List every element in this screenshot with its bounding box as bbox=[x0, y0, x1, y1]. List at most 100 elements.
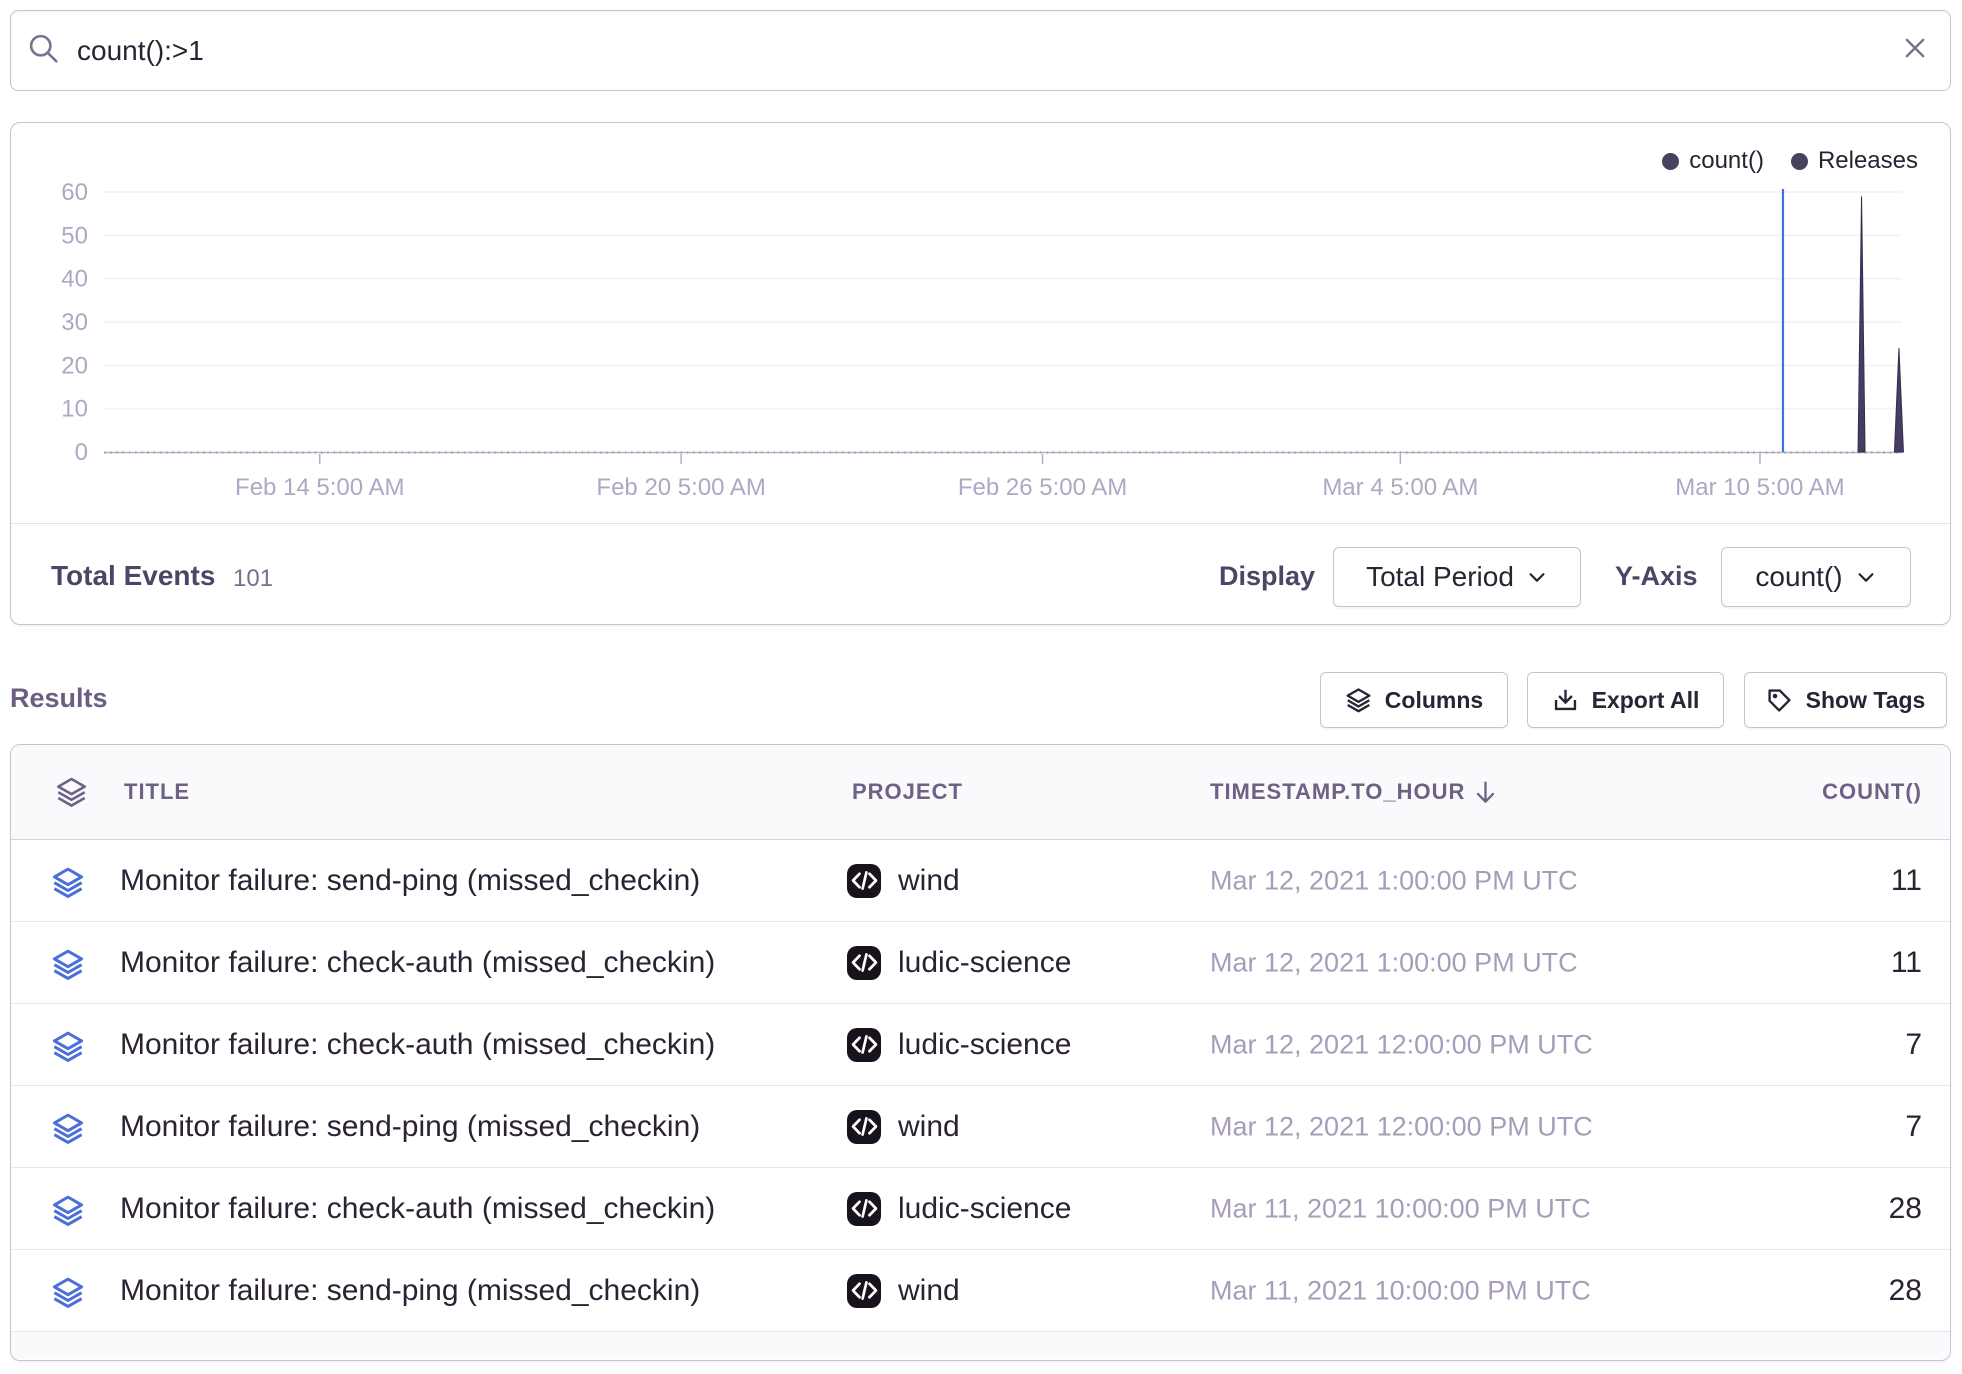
project-cell: wind bbox=[847, 1110, 960, 1144]
table-body: Monitor failure: send-ping (missed_check… bbox=[11, 840, 1950, 1332]
chart-canvas: 0102030405060Feb 14 5:00 AMFeb 20 5:00 A… bbox=[11, 123, 1949, 523]
table-row[interactable]: Monitor failure: check-auth (missed_chec… bbox=[11, 1168, 1950, 1250]
stack-icon bbox=[51, 1194, 85, 1228]
events-chart-panel: 0102030405060Feb 14 5:00 AMFeb 20 5:00 A… bbox=[10, 122, 1951, 625]
svg-text:20: 20 bbox=[61, 352, 88, 379]
chevron-down-icon bbox=[1855, 566, 1877, 588]
project-name: wind bbox=[898, 1110, 960, 1144]
y-axis-dropdown-value: count() bbox=[1755, 561, 1842, 593]
event-title-link[interactable]: Monitor failure: send-ping (missed_check… bbox=[120, 1110, 700, 1144]
discover-page: count():>1 0102030405060Feb 14 5:00 AMFe… bbox=[0, 0, 1962, 1374]
stack-icon bbox=[51, 948, 85, 982]
sort-desc-arrow-icon bbox=[1473, 780, 1498, 805]
results-title: Results bbox=[10, 683, 108, 714]
columns-button[interactable]: Columns bbox=[1320, 672, 1508, 728]
svg-text:Mar 10 5:00 AM: Mar 10 5:00 AM bbox=[1675, 474, 1844, 501]
count-cell: 28 bbox=[1889, 1192, 1922, 1226]
legend-dot-icon bbox=[1791, 153, 1808, 170]
timestamp-cell: Mar 11, 2021 10:00:00 PM UTC bbox=[1210, 1193, 1591, 1224]
stack-icon bbox=[51, 1112, 85, 1146]
clear-search-icon[interactable] bbox=[1902, 35, 1928, 66]
table-row[interactable]: Monitor failure: send-ping (missed_check… bbox=[11, 1250, 1950, 1332]
svg-text:Mar 4 5:00 AM: Mar 4 5:00 AM bbox=[1322, 474, 1478, 501]
project-name: wind bbox=[898, 864, 960, 898]
svg-text:40: 40 bbox=[61, 266, 88, 293]
project-platform-icon bbox=[847, 1028, 881, 1062]
count-cell: 7 bbox=[1905, 1028, 1922, 1062]
legend-dot-icon bbox=[1662, 153, 1679, 170]
table-row[interactable]: Monitor failure: send-ping (missed_check… bbox=[11, 840, 1950, 922]
show-tags-button-label: Show Tags bbox=[1806, 687, 1926, 714]
chart-footer: Total Events 101 Display Total Period Y-… bbox=[11, 523, 1950, 624]
project-name: ludic-science bbox=[898, 946, 1071, 980]
project-name: ludic-science bbox=[898, 1028, 1071, 1062]
legend-item-count[interactable]: count() bbox=[1662, 147, 1764, 175]
svg-text:Feb 14 5:00 AM: Feb 14 5:00 AM bbox=[235, 474, 404, 501]
tag-icon bbox=[1766, 687, 1793, 714]
project-platform-icon bbox=[847, 1274, 881, 1308]
count-cell: 7 bbox=[1905, 1110, 1922, 1144]
stack-icon[interactable] bbox=[55, 745, 88, 839]
y-axis-dropdown[interactable]: count() bbox=[1721, 547, 1911, 607]
event-title-link[interactable]: Monitor failure: check-auth (missed_chec… bbox=[120, 1028, 715, 1062]
svg-text:Feb 26 5:00 AM: Feb 26 5:00 AM bbox=[958, 474, 1127, 501]
display-dropdown[interactable]: Total Period bbox=[1333, 547, 1581, 607]
event-title-link[interactable]: Monitor failure: send-ping (missed_check… bbox=[120, 1274, 700, 1308]
y-axis-label: Y-Axis bbox=[1615, 561, 1698, 592]
download-icon bbox=[1552, 687, 1579, 714]
chart-legend: count() Releases bbox=[1662, 147, 1918, 175]
table-header-row: TITLE PROJECT TIMESTAMP.TO_HOUR COUNT() bbox=[11, 745, 1950, 840]
project-platform-icon bbox=[847, 864, 881, 898]
total-events-value: 101 bbox=[233, 565, 273, 593]
project-name: wind bbox=[898, 1274, 960, 1308]
event-title-link[interactable]: Monitor failure: send-ping (missed_check… bbox=[120, 864, 700, 898]
count-cell: 28 bbox=[1889, 1274, 1922, 1308]
project-cell: wind bbox=[847, 1274, 960, 1308]
timestamp-cell: Mar 11, 2021 10:00:00 PM UTC bbox=[1210, 1275, 1591, 1306]
table-footer bbox=[11, 1332, 1950, 1359]
project-cell: ludic-science bbox=[847, 1028, 1071, 1062]
svg-text:30: 30 bbox=[61, 309, 88, 336]
stack-icon bbox=[51, 866, 85, 900]
timestamp-cell: Mar 12, 2021 12:00:00 PM UTC bbox=[1210, 1111, 1593, 1142]
project-platform-icon bbox=[847, 1110, 881, 1144]
results-header: Results Columns Export All Show Tags bbox=[10, 672, 1951, 728]
count-cell: 11 bbox=[1891, 864, 1922, 898]
total-events-label: Total Events bbox=[51, 560, 215, 592]
search-bar[interactable]: count():>1 bbox=[10, 10, 1951, 91]
project-cell: wind bbox=[847, 864, 960, 898]
show-tags-button[interactable]: Show Tags bbox=[1744, 672, 1947, 728]
svg-text:Feb 20 5:00 AM: Feb 20 5:00 AM bbox=[596, 474, 765, 501]
export-all-button[interactable]: Export All bbox=[1527, 672, 1724, 728]
svg-text:60: 60 bbox=[61, 179, 88, 206]
display-dropdown-value: Total Period bbox=[1366, 561, 1514, 593]
column-header-project[interactable]: PROJECT bbox=[852, 745, 963, 839]
project-platform-icon bbox=[847, 1192, 881, 1226]
project-platform-icon bbox=[847, 946, 881, 980]
legend-label: Releases bbox=[1818, 147, 1918, 175]
stack-icon bbox=[51, 1030, 85, 1064]
svg-text:10: 10 bbox=[61, 396, 88, 423]
chevron-down-icon bbox=[1526, 566, 1548, 588]
event-title-link[interactable]: Monitor failure: check-auth (missed_chec… bbox=[120, 1192, 715, 1226]
project-cell: ludic-science bbox=[847, 1192, 1071, 1226]
search-icon bbox=[27, 32, 60, 70]
timestamp-cell: Mar 12, 2021 1:00:00 PM UTC bbox=[1210, 865, 1578, 896]
results-table: TITLE PROJECT TIMESTAMP.TO_HOUR COUNT() … bbox=[10, 744, 1951, 1361]
column-header-title[interactable]: TITLE bbox=[124, 745, 190, 839]
table-row[interactable]: Monitor failure: check-auth (missed_chec… bbox=[11, 1004, 1950, 1086]
events-chart[interactable]: 0102030405060Feb 14 5:00 AMFeb 20 5:00 A… bbox=[11, 123, 1949, 523]
project-cell: ludic-science bbox=[847, 946, 1071, 980]
svg-text:50: 50 bbox=[61, 222, 88, 249]
project-name: ludic-science bbox=[898, 1192, 1071, 1226]
stack-icon bbox=[1345, 687, 1372, 714]
column-header-count[interactable]: COUNT() bbox=[1822, 745, 1922, 839]
stack-icon bbox=[51, 1276, 85, 1310]
column-header-timestamp[interactable]: TIMESTAMP.TO_HOUR bbox=[1210, 745, 1498, 839]
table-row[interactable]: Monitor failure: send-ping (missed_check… bbox=[11, 1086, 1950, 1168]
count-cell: 11 bbox=[1891, 946, 1922, 980]
legend-item-releases[interactable]: Releases bbox=[1791, 147, 1918, 175]
event-title-link[interactable]: Monitor failure: check-auth (missed_chec… bbox=[120, 946, 715, 980]
search-input[interactable]: count():>1 bbox=[77, 35, 1902, 67]
table-row[interactable]: Monitor failure: check-auth (missed_chec… bbox=[11, 922, 1950, 1004]
